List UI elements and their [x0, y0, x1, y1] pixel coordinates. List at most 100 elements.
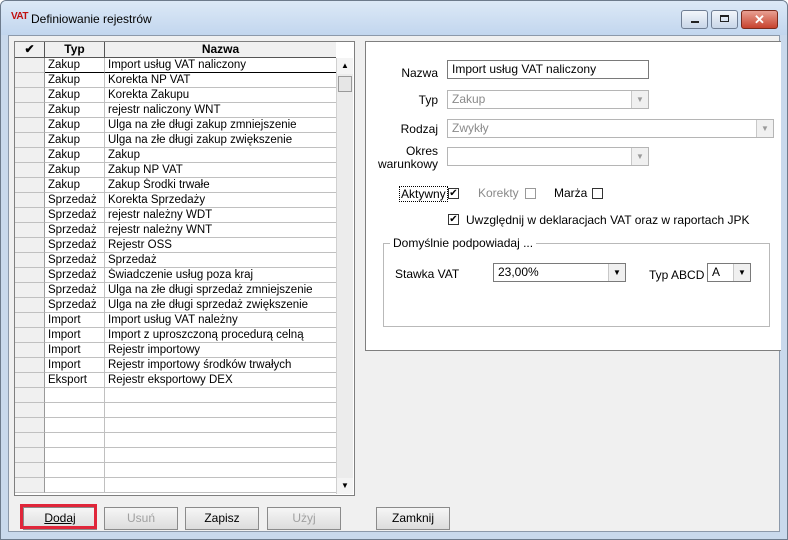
- table-row[interactable]: Zakup Korekta NP VAT: [15, 73, 336, 88]
- table-row[interactable]: Zakup Zakup NP VAT: [15, 163, 336, 178]
- cell-typ: [45, 448, 105, 463]
- table-row[interactable]: Sprzedaż Ulga na złe długi sprzedaż zmnie…: [15, 283, 336, 298]
- close-button[interactable]: ✕: [741, 10, 778, 29]
- row-indicator[interactable]: [15, 268, 45, 283]
- title-bar[interactable]: VAT Definiowanie rejestrów ✕: [1, 1, 787, 35]
- table-row[interactable]: Zakup Import usług VAT naliczony: [15, 58, 336, 73]
- row-indicator[interactable]: [15, 433, 45, 448]
- row-indicator[interactable]: [15, 88, 45, 103]
- row-indicator[interactable]: [15, 478, 45, 493]
- table-row[interactable]: [15, 388, 336, 403]
- cell-typ: Import: [45, 358, 105, 373]
- maximize-button[interactable]: [711, 10, 738, 29]
- aktywny-label[interactable]: Aktywny: [399, 186, 448, 202]
- table-row[interactable]: [15, 418, 336, 433]
- table-row[interactable]: Zakup Zakup Środki trwałe: [15, 178, 336, 193]
- table-row[interactable]: Zakup Zakup: [15, 148, 336, 163]
- nazwa-input[interactable]: Import usług VAT naliczony: [447, 60, 649, 79]
- table-row[interactable]: Import Import z uproszczoną procedurą cel…: [15, 328, 336, 343]
- row-indicator[interactable]: [15, 343, 45, 358]
- row-indicator[interactable]: [15, 448, 45, 463]
- table-row[interactable]: [15, 448, 336, 463]
- app-window: VAT Definiowanie rejestrów ✕ ✔ Typ Nazwa…: [0, 0, 788, 540]
- minimize-button[interactable]: [681, 10, 708, 29]
- row-indicator[interactable]: [15, 208, 45, 223]
- stawka-vat-select[interactable]: 23,00% ▼: [493, 263, 626, 282]
- table-row[interactable]: Zakup Korekta Zakupu: [15, 88, 336, 103]
- row-indicator[interactable]: [15, 373, 45, 388]
- row-indicator[interactable]: [15, 328, 45, 343]
- cell-nazwa: Ulga na złe długi zakup zwiększenie: [105, 133, 336, 148]
- grid-vertical-scrollbar[interactable]: ▲ ▼: [336, 58, 353, 494]
- table-row[interactable]: Eksport Rejestr eksportowy DEX: [15, 373, 336, 388]
- row-indicator[interactable]: [15, 358, 45, 373]
- row-indicator[interactable]: [15, 388, 45, 403]
- zamknij-button[interactable]: Zamknij: [376, 507, 450, 530]
- row-indicator[interactable]: [15, 163, 45, 178]
- table-row[interactable]: [15, 478, 336, 493]
- cell-typ: Zakup: [45, 118, 105, 133]
- dialog-client-area: ✔ Typ Nazwa Zakup Import usług VAT nalicz…: [8, 35, 781, 532]
- dropdown-arrow-icon[interactable]: ▼: [733, 264, 750, 281]
- uwzglednij-checkbox[interactable]: ✔: [448, 214, 459, 225]
- row-indicator[interactable]: [15, 73, 45, 88]
- table-row[interactable]: Sprzedaż rejestr należny WDT: [15, 208, 336, 223]
- uzyj-button-label: Użyj: [292, 511, 316, 525]
- scroll-thumb[interactable]: [338, 76, 352, 92]
- row-indicator[interactable]: [15, 178, 45, 193]
- row-indicator[interactable]: [15, 103, 45, 118]
- table-row[interactable]: Sprzedaż rejestr należny WNT: [15, 223, 336, 238]
- table-row[interactable]: Sprzedaż Świadczenie usług poza kraj: [15, 268, 336, 283]
- cell-nazwa: Rejestr eksportowy DEX: [105, 373, 336, 388]
- typ-abcd-label: Typ ABCD: [649, 268, 705, 282]
- row-indicator[interactable]: [15, 238, 45, 253]
- table-row[interactable]: Zakup Ulga na złe długi zakup zmniejszeni…: [15, 118, 336, 133]
- table-row[interactable]: Import Import usług VAT należny: [15, 313, 336, 328]
- row-indicator[interactable]: [15, 223, 45, 238]
- aktywny-checkbox[interactable]: ✔: [448, 188, 459, 199]
- table-row[interactable]: Sprzedaż Rejestr OSS: [15, 238, 336, 253]
- column-header-typ[interactable]: Typ: [45, 42, 105, 57]
- column-header-nazwa[interactable]: Nazwa: [105, 42, 336, 57]
- table-row[interactable]: [15, 433, 336, 448]
- marza-checkbox[interactable]: [592, 188, 603, 199]
- cell-nazwa: Import usług VAT naliczony: [105, 58, 336, 73]
- table-row[interactable]: Import Rejestr importowy środków trwałych: [15, 358, 336, 373]
- typ-abcd-select[interactable]: A ▼: [707, 263, 751, 282]
- cell-typ: Zakup: [45, 103, 105, 118]
- column-header-check[interactable]: ✔: [15, 42, 45, 57]
- table-row[interactable]: Sprzedaż Ulga na złe długi sprzedaż zwięk…: [15, 298, 336, 313]
- cell-nazwa: Korekta NP VAT: [105, 73, 336, 88]
- row-indicator[interactable]: [15, 133, 45, 148]
- zapisz-button[interactable]: Zapisz: [185, 507, 259, 530]
- row-indicator[interactable]: [15, 58, 45, 73]
- scroll-up-arrow-icon[interactable]: ▲: [337, 58, 353, 74]
- row-indicator[interactable]: [15, 313, 45, 328]
- table-row[interactable]: Zakup Ulga na złe długi zakup zwiększenie: [15, 133, 336, 148]
- table-row[interactable]: [15, 403, 336, 418]
- cell-typ: Zakup: [45, 88, 105, 103]
- registers-grid[interactable]: ✔ Typ Nazwa Zakup Import usług VAT nalicz…: [14, 41, 355, 496]
- row-indicator[interactable]: [15, 403, 45, 418]
- cell-nazwa: Rejestr OSS: [105, 238, 336, 253]
- row-indicator[interactable]: [15, 418, 45, 433]
- row-indicator[interactable]: [15, 193, 45, 208]
- cell-nazwa: Ulga na złe długi sprzedaż zwiększenie: [105, 298, 336, 313]
- row-indicator[interactable]: [15, 463, 45, 478]
- cell-typ: Zakup: [45, 178, 105, 193]
- table-row[interactable]: [15, 463, 336, 478]
- dropdown-arrow-icon[interactable]: ▼: [608, 264, 625, 281]
- row-indicator[interactable]: [15, 148, 45, 163]
- table-row[interactable]: Import Rejestr importowy: [15, 343, 336, 358]
- table-row[interactable]: Zakup rejestr naliczony WNT: [15, 103, 336, 118]
- table-row[interactable]: Sprzedaż Sprzedaż: [15, 253, 336, 268]
- row-indicator[interactable]: [15, 253, 45, 268]
- cell-typ: Sprzedaż: [45, 298, 105, 313]
- table-row[interactable]: Sprzedaż Korekta Sprzedaży: [15, 193, 336, 208]
- row-indicator[interactable]: [15, 283, 45, 298]
- row-indicator[interactable]: [15, 298, 45, 313]
- scroll-down-arrow-icon[interactable]: ▼: [337, 478, 353, 494]
- row-indicator[interactable]: [15, 118, 45, 133]
- stawka-vat-value: 23,00%: [498, 265, 539, 279]
- cell-nazwa: Ulga na złe długi sprzedaż zmniejszenie: [105, 283, 336, 298]
